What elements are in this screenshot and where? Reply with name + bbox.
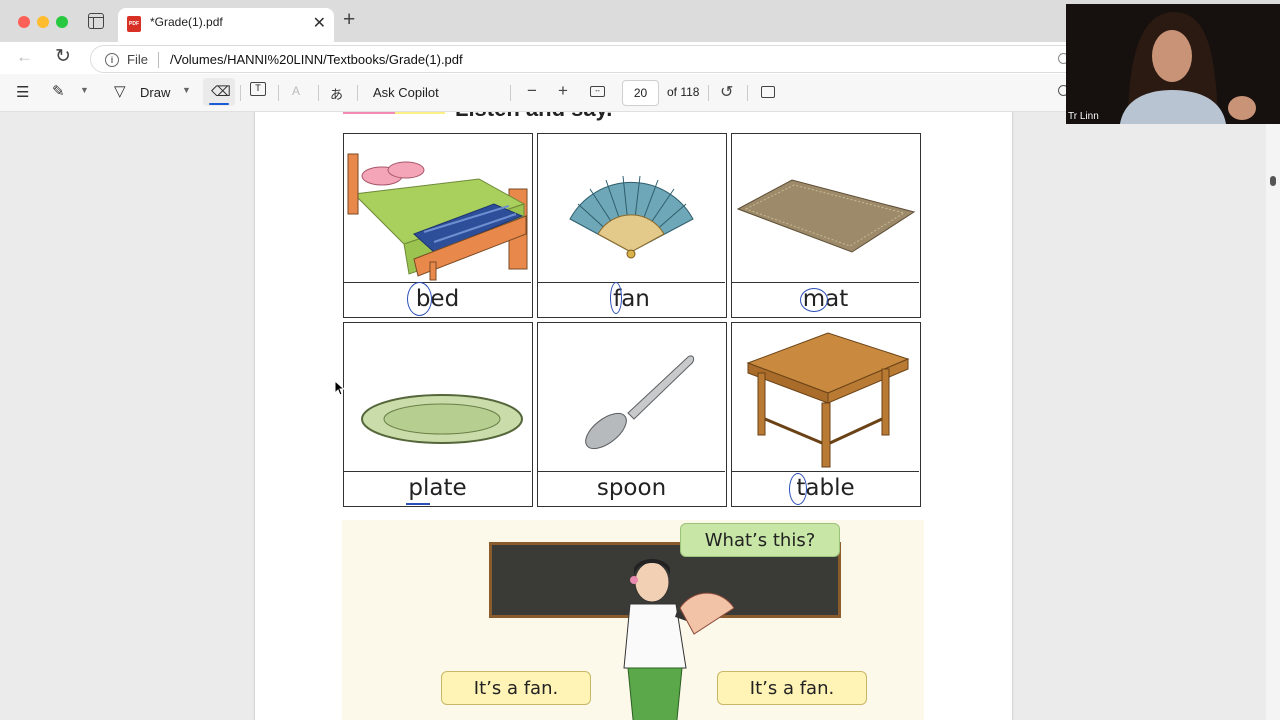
vocab-word: table — [796, 475, 855, 501]
presenter-video — [1066, 4, 1280, 124]
tab-close-icon[interactable]: ✕ — [313, 13, 326, 33]
heading-decoration — [343, 112, 395, 114]
erase-button[interactable]: ⌫ — [203, 78, 235, 106]
mat-illustration — [732, 134, 919, 283]
address-bar[interactable]: i File /Volumes/HANNI%20LINN/Textbooks/G… — [90, 45, 1080, 73]
zoom-out-button[interactable]: − — [527, 81, 537, 101]
highlight-icon[interactable]: ✎ — [52, 82, 65, 100]
draw-button[interactable]: Draw — [140, 85, 170, 100]
info-icon[interactable]: i — [105, 53, 119, 67]
new-tab-button[interactable]: + — [343, 8, 355, 32]
dialogue-illustration: What’s this? It’s a fan. It’s a fan. — [342, 520, 924, 720]
scheme-label: File — [127, 52, 148, 67]
vocab-card-plate: plate — [343, 322, 533, 507]
vocab-word: plate — [408, 475, 467, 501]
fan-illustration — [538, 134, 725, 283]
window-minimize-button[interactable] — [37, 16, 49, 28]
rotate-icon[interactable]: ↺ — [720, 82, 733, 102]
speech-bubble-question: What’s this? — [680, 523, 840, 557]
text-box-icon[interactable]: T — [250, 82, 266, 96]
eraser-icon: ⌫ — [211, 83, 231, 99]
active-tool-indicator — [209, 103, 229, 105]
reload-icon[interactable]: ↻ — [55, 45, 71, 68]
toolbar-divider — [240, 85, 241, 101]
pen-annotation-underline — [406, 503, 430, 505]
back-arrow-icon[interactable]: ← — [16, 47, 33, 67]
webcam-overlay: Tr Linn — [1066, 4, 1280, 124]
page-total: of 118 — [667, 85, 700, 99]
chevron-down-icon[interactable]: ▼ — [182, 85, 191, 95]
vocab-card-fan: fan — [537, 133, 727, 318]
speech-bubble-answer: It’s a fan. — [717, 671, 867, 705]
vocab-word: bed — [415, 286, 460, 312]
plate-illustration — [344, 323, 531, 472]
vocab-card-bed: bed — [343, 133, 533, 318]
pen-annotation-circle — [789, 473, 807, 505]
window-close-button[interactable] — [18, 16, 30, 28]
spoon-illustration — [538, 323, 725, 472]
table-of-contents-icon[interactable]: ☰ — [16, 83, 29, 101]
scrollbar-thumb[interactable] — [1270, 176, 1276, 186]
vertical-scrollbar[interactable] — [1266, 112, 1280, 720]
vocab-word: fan — [613, 286, 650, 312]
chevron-down-icon[interactable]: ▼ — [80, 85, 89, 95]
draw-icon[interactable]: ▽ — [114, 82, 126, 100]
toolbar-divider — [278, 85, 279, 101]
participant-name: Tr Linn — [1068, 111, 1099, 122]
table-illustration — [732, 323, 919, 472]
pen-annotation-circle — [800, 288, 828, 312]
pen-annotation-circle — [407, 282, 432, 316]
fit-to-width-icon[interactable]: ↔ — [590, 86, 605, 97]
pdf-viewer[interactable]: Listen and say. — [0, 112, 1266, 720]
zoom-in-button[interactable]: + — [558, 81, 568, 101]
vocab-card-spoon: spoon — [537, 322, 727, 507]
section-heading: Listen and say. — [455, 112, 612, 122]
url-text[interactable]: /Volumes/HANNI%20LINN/Textbooks/Grade(1)… — [170, 52, 463, 67]
vocab-card-mat: mat — [731, 133, 921, 318]
vocab-card-table: table — [731, 322, 921, 507]
toolbar-divider — [708, 85, 709, 101]
toolbar-divider — [747, 85, 748, 101]
mouse-cursor-icon — [334, 380, 346, 396]
toolbar-divider — [510, 85, 511, 101]
address-separator — [158, 52, 159, 68]
tab-actions-icon[interactable] — [88, 13, 104, 29]
pen-annotation-circle — [610, 282, 622, 314]
speech-bubble-answer: It’s a fan. — [441, 671, 591, 705]
window-maximize-button[interactable] — [56, 16, 68, 28]
tab-title: *Grade(1).pdf — [150, 15, 223, 29]
read-aloud-icon[interactable]: A — [292, 84, 300, 98]
toolbar-divider — [357, 85, 358, 101]
browser-window: PDF *Grade(1).pdf ✕ + ← ↻ i File /Volume… — [0, 0, 1280, 720]
toolbar-divider — [318, 85, 319, 101]
bed-illustration — [344, 134, 531, 283]
page-number-input[interactable]: 20 — [622, 80, 659, 106]
heading-decoration — [395, 112, 445, 114]
browser-tab[interactable]: PDF *Grade(1).pdf ✕ — [118, 8, 334, 42]
vocab-word: spoon — [596, 475, 667, 501]
ask-copilot-button[interactable]: Ask Copilot — [373, 85, 439, 100]
teacher-illustration — [623, 559, 734, 720]
page-view-icon[interactable] — [761, 86, 775, 98]
pdf-page: Listen and say. — [255, 112, 1012, 720]
pdf-icon: PDF — [127, 16, 141, 32]
translate-icon[interactable]: あ — [330, 84, 343, 103]
